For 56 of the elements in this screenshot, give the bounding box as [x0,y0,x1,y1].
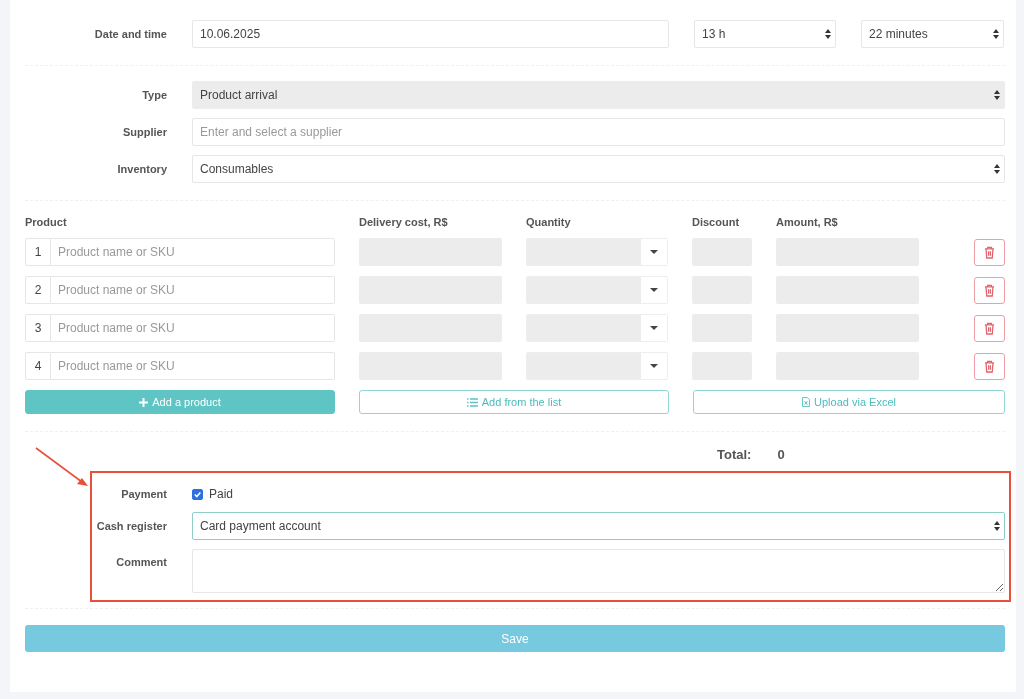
row-number: 3 [25,314,51,342]
trash-icon [984,245,995,259]
plus-icon [139,397,149,407]
field-label: Comment [115,555,167,568]
file-icon [802,397,811,407]
column-header: Quantity [526,216,572,228]
trash-icon [984,283,995,297]
column-header: Product [25,216,68,228]
cash-register-select[interactable]: Card payment account [192,512,1005,540]
row-number: 2 [25,276,51,304]
delete-button[interactable] [974,276,1005,304]
quantity-field[interactable] [526,314,668,342]
total-label: Total: [717,446,752,462]
updown-caret-icon [825,29,831,39]
product-field[interactable]: Product name or SKU [51,314,335,342]
date-field[interactable]: 10.06.2025 [192,20,669,48]
caret-down-icon [650,250,658,254]
updown-caret-icon [994,90,1000,100]
field-label: Payment [120,488,167,500]
caret-down-icon [650,326,658,330]
delete-button[interactable] [974,352,1005,380]
updown-caret-icon [993,29,999,39]
checkbox[interactable] [192,488,203,500]
field-label: Cash register [95,520,167,532]
quantity-field[interactable] [526,352,668,380]
trash-icon [984,321,995,335]
trash-icon [984,359,995,373]
column-header: Delivery cost, R$ [359,216,449,228]
total-value: 0 [777,446,785,462]
column-header: Discount [692,216,741,228]
comment-field[interactable] [192,549,1005,593]
caret-down-icon [650,288,658,292]
updown-caret-icon [994,164,1000,174]
delete-button[interactable] [974,238,1005,266]
delete-button[interactable] [974,314,1005,342]
updown-caret-icon [994,521,1000,531]
field-label: Type [141,89,167,101]
quantity-field[interactable] [526,238,668,266]
field-label: Supplier [122,126,167,138]
checkbox-label: Paid [209,487,234,501]
list-icon [466,397,478,407]
field-label: Inventory [116,163,167,175]
product-field[interactable]: Product name or SKU [51,352,335,380]
supplier-field[interactable]: Enter and select a supplier [192,118,1005,146]
minutes-select[interactable]: 22 minutes [861,20,1004,48]
row-number: 1 [25,238,51,266]
row-number: 4 [25,352,51,380]
product-field[interactable]: Product name or SKU [51,276,335,304]
field-label: Date and time [93,28,167,40]
quantity-field[interactable] [526,276,668,304]
column-header: Amount, R$ [776,216,839,228]
hour-select[interactable]: 13 h [694,20,836,48]
inventory-select[interactable]: Consumables [192,155,1005,183]
product-field[interactable]: Product name or SKU [51,238,335,266]
caret-down-icon [650,364,658,368]
annotation-arrow [35,447,89,487]
